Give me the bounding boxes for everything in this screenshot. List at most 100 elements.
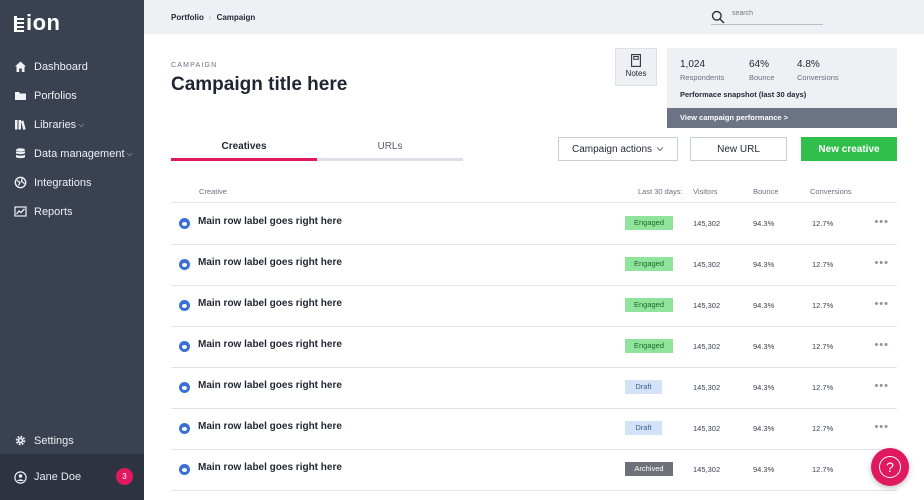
table-row[interactable]: Main row label goes right here Engaged 1… [171, 244, 897, 286]
visitors-value: 145,302 [693, 383, 721, 392]
campaign-actions-label: Campaign actions [571, 143, 653, 155]
campaign-actions-button[interactable]: Campaign actions [558, 137, 678, 161]
sidebar-item-reports[interactable]: Reports [0, 197, 144, 226]
notes-button[interactable]: Notes [615, 48, 657, 86]
sidebar-item-label: Settings [34, 434, 74, 447]
row-label[interactable]: Main row label goes right here [198, 298, 342, 309]
search-input[interactable] [732, 10, 820, 17]
sidebar: ion Dashboard Porfolios Libraries ⌵ Data… [0, 0, 144, 500]
sidebar-item-settings[interactable]: Settings [0, 426, 144, 455]
view-performance-link[interactable]: View campaign performance > [667, 108, 897, 128]
status-badge: Archived [625, 462, 673, 476]
notification-badge[interactable]: 3 [116, 468, 133, 485]
snapshot-caption: Performace snapshot (last 30 days) [680, 90, 807, 99]
home-icon [14, 60, 27, 73]
eye-icon[interactable] [179, 464, 190, 475]
tab-urls[interactable]: URLs [317, 135, 463, 161]
conversions-value: 12.7% [812, 383, 834, 392]
status-badge: Engaged [625, 257, 673, 271]
row-label[interactable]: Main row label goes right here [198, 216, 342, 227]
visitors-value: 145,302 [693, 424, 721, 433]
header-visitors[interactable]: Visitors [693, 187, 717, 196]
breadcrumb-portfolio[interactable]: Portfolio [171, 13, 204, 22]
eye-icon[interactable] [179, 259, 190, 270]
more-options-icon[interactable]: ••• [874, 257, 889, 269]
chevron-down-icon [656, 146, 664, 152]
help-icon: ? [879, 456, 901, 478]
sidebar-item-label: Integrations [34, 176, 92, 189]
table-row[interactable]: Main row label goes right here Engaged 1… [171, 285, 897, 327]
table-row[interactable]: Main row label goes right here Engaged 1… [171, 326, 897, 368]
app-logo[interactable]: ion [14, 10, 61, 36]
tab-bar: Creatives URLs [171, 135, 463, 161]
status-badge: Engaged [625, 339, 673, 353]
bounce-value: 94.3% [753, 219, 775, 228]
sidebar-item-portfolios[interactable]: Porfolios [0, 81, 144, 110]
stat-conversions: 4.8% Conversions [797, 59, 839, 82]
sidebar-item-libraries[interactable]: Libraries ⌵ [0, 110, 144, 139]
table-row[interactable]: Main row label goes right here Draft 145… [171, 367, 897, 409]
row-label[interactable]: Main row label goes right here [198, 462, 342, 473]
header-bounce[interactable]: Bounce [753, 187, 778, 196]
logo-mark-icon [14, 16, 24, 32]
sidebar-item-integrations[interactable]: Integrations [0, 168, 144, 197]
page-title: Campaign title here [171, 74, 348, 95]
breadcrumb: Portfolio › Campaign [171, 13, 255, 22]
visitors-value: 145,302 [693, 219, 721, 228]
performance-snapshot: 1,024 Respondents 64% Bounce 4.8% Conversio… [667, 48, 897, 128]
gear-icon [14, 434, 27, 447]
row-label[interactable]: Main row label goes right here [198, 421, 342, 432]
bounce-value: 94.3% [753, 301, 775, 310]
row-label[interactable]: Main row label goes right here [198, 257, 342, 268]
notes-label: Notes [625, 69, 647, 78]
eye-icon[interactable] [179, 300, 190, 311]
chevron-down-icon: ⌵ [78, 119, 85, 129]
eye-icon[interactable] [179, 382, 190, 393]
sidebar-item-label: Libraries [34, 118, 77, 131]
conversions-value: 12.7% [812, 260, 834, 269]
sidebar-item-dashboard[interactable]: Dashboard [0, 52, 144, 81]
tab-creatives[interactable]: Creatives [171, 135, 317, 161]
user-name: Jane Doe [34, 471, 82, 483]
table-row[interactable]: Main row label goes right here Engaged 1… [171, 203, 897, 245]
stat-respondents: 1,024 Respondents [680, 59, 725, 82]
visitors-value: 145,302 [693, 301, 721, 310]
more-options-icon[interactable]: ••• [874, 298, 889, 310]
status-badge: Engaged [625, 216, 673, 230]
row-label[interactable]: Main row label goes right here [198, 380, 342, 391]
new-creative-button[interactable]: New creative [801, 137, 897, 161]
more-options-icon[interactable]: ••• [874, 339, 889, 351]
help-button[interactable]: ? [871, 448, 909, 486]
eye-icon[interactable] [179, 341, 190, 352]
row-label[interactable]: Main row label goes right here [198, 339, 342, 350]
top-bar: Portfolio › Campaign [144, 0, 924, 34]
sidebar-item-label: Reports [34, 205, 73, 218]
header-conversions[interactable]: Conversions [810, 187, 852, 196]
table-row[interactable]: Main row label goes right here Archived … [171, 449, 897, 491]
header-creative[interactable]: Creative [199, 187, 227, 196]
breadcrumb-separator: › [208, 13, 212, 22]
bounce-value: 94.3% [753, 260, 775, 269]
table-header: Creative Last 30 days: Visitors Bounce C… [171, 186, 897, 203]
more-options-icon[interactable]: ••• [874, 380, 889, 392]
table-row[interactable]: Main row label goes right here Draft 145… [171, 408, 897, 450]
more-options-icon[interactable]: ••• [874, 216, 889, 228]
status-badge: Engaged [625, 298, 673, 312]
conversions-value: 12.7% [812, 301, 834, 310]
more-options-icon[interactable]: ••• [874, 421, 889, 433]
integrations-icon [14, 176, 27, 189]
search-box [711, 10, 823, 25]
notebook-icon [631, 54, 641, 67]
eye-icon[interactable] [179, 218, 190, 229]
folder-icon [14, 89, 27, 102]
bounce-value: 94.3% [753, 424, 775, 433]
visitors-value: 145,302 [693, 465, 721, 474]
sidebar-settings: Settings [0, 426, 144, 455]
sidebar-item-data-management[interactable]: Data management ⌵ [0, 139, 144, 168]
eye-icon[interactable] [179, 423, 190, 434]
user-profile[interactable]: Jane Doe 3 [0, 454, 144, 500]
search-icon[interactable] [711, 10, 725, 29]
new-url-button[interactable]: New URL [690, 137, 787, 161]
visitors-value: 145,302 [693, 260, 721, 269]
status-badge: Draft [625, 421, 662, 435]
